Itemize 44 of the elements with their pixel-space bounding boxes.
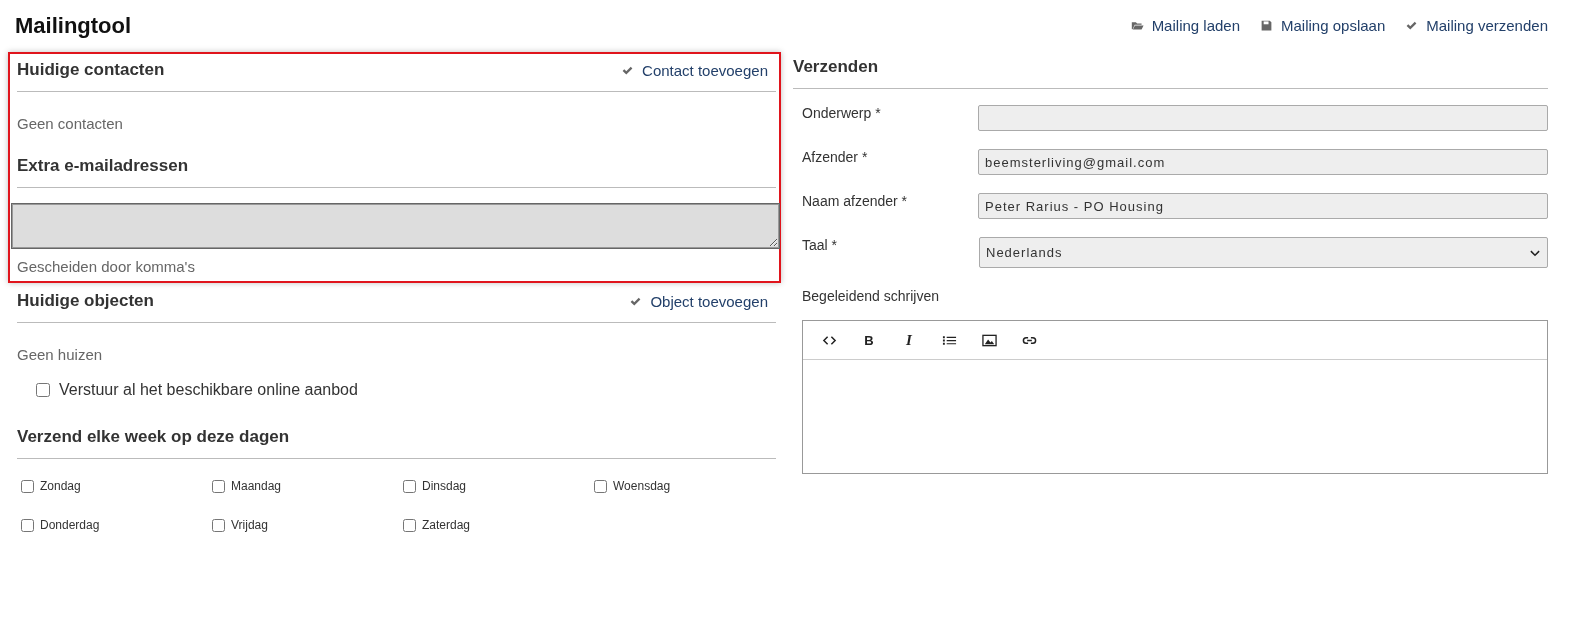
add-link[interactable]: Object toevoegen bbox=[629, 292, 768, 310]
field-label: Afzender * bbox=[802, 149, 869, 165]
field-label: Naam afzender * bbox=[802, 193, 909, 209]
section-heading: Verzenden bbox=[793, 57, 879, 77]
add-link[interactable]: Contact toevoegen bbox=[621, 61, 768, 79]
day-label: Zondag bbox=[40, 479, 81, 493]
text-input-field[interactable]: Peter Rarius - PO Housing bbox=[978, 193, 1548, 219]
text-input-field[interactable] bbox=[978, 105, 1548, 131]
day-label: Dinsdag bbox=[422, 479, 467, 493]
action-link[interactable]: Mailing opslaan bbox=[1260, 16, 1386, 34]
checkbox[interactable] bbox=[36, 383, 50, 397]
section-heading: Huidige contacten bbox=[17, 60, 165, 80]
field-label: Taal * bbox=[802, 237, 839, 253]
checkbox[interactable] bbox=[21, 479, 34, 493]
page-title: Mailingtool bbox=[15, 13, 132, 39]
italic-button[interactable]: I bbox=[889, 325, 929, 355]
checkbox[interactable] bbox=[212, 518, 225, 532]
action-link[interactable]: Mailing verzenden bbox=[1405, 16, 1548, 34]
empty-message: Geen huizen bbox=[17, 345, 104, 365]
field-label: Onderwerp * bbox=[802, 105, 882, 121]
day-label: Zaterdag bbox=[422, 518, 471, 532]
field-label: Begeleidend schrijven bbox=[801, 287, 940, 306]
checkbox[interactable] bbox=[21, 518, 34, 532]
section-heading: Huidige objecten bbox=[17, 291, 154, 311]
language-dropdown[interactable]: Nederlands bbox=[979, 237, 1548, 268]
day-label: Maandag bbox=[231, 479, 282, 493]
day-label: Woensdag bbox=[613, 479, 671, 493]
section-heading: Extra e-mailadressen bbox=[17, 156, 189, 176]
day-label: Donderdag bbox=[40, 518, 100, 532]
checkbox[interactable] bbox=[594, 479, 607, 493]
action-link[interactable]: Mailing laden bbox=[1130, 16, 1240, 34]
empty-message: Geen contacten bbox=[17, 114, 124, 134]
image-icon bbox=[981, 332, 997, 348]
bold-button[interactable]: B bbox=[849, 325, 889, 355]
email-input-field[interactable] bbox=[12, 204, 779, 248]
section-heading: Verzend elke week op deze dagen bbox=[17, 427, 290, 447]
checkbox-label: Verstuur al het beschikbare online aanbod bbox=[59, 381, 358, 399]
rich-text-editor[interactable]: B I bbox=[802, 320, 1548, 474]
day-label: Vrijdag bbox=[231, 518, 268, 532]
help-text: Gescheiden door komma's bbox=[17, 257, 196, 275]
checkbox[interactable] bbox=[403, 518, 416, 532]
text-input-field[interactable]: beemsterliving@gmail.com bbox=[978, 149, 1548, 175]
checkbox[interactable] bbox=[212, 479, 225, 493]
checkbox[interactable] bbox=[403, 479, 416, 493]
